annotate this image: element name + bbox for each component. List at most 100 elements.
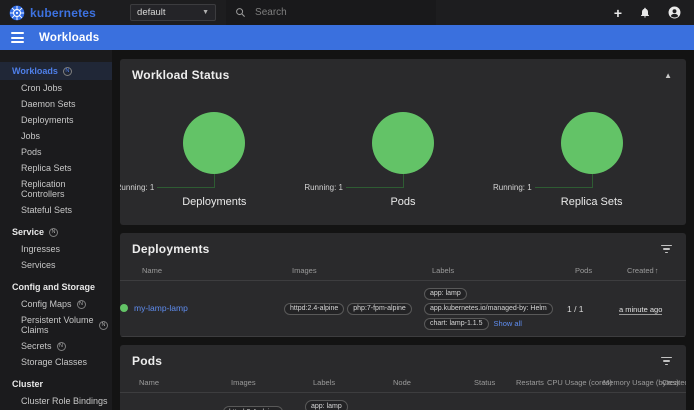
column-header-images[interactable]: Images xyxy=(231,378,313,387)
deployment-created: a minute ago xyxy=(619,305,662,315)
sidebar-item-daemon-sets[interactable]: Daemon Sets xyxy=(0,96,112,112)
column-header-images[interactable]: Images xyxy=(292,266,432,275)
callout-line xyxy=(403,174,404,188)
sidebar-item-persistent-volume-claims[interactable]: Persistent Volume Claims N xyxy=(0,312,112,338)
sidebar-item-secrets[interactable]: SecretsN xyxy=(0,338,112,354)
status-pie-chart xyxy=(372,112,434,174)
sidebar-item-pods[interactable]: Pods xyxy=(0,144,112,160)
deployment-table-row: my-lamp-lamp httpd:2.4-alpinephp:7-fpm-a… xyxy=(120,281,686,337)
workload-status-title: Workload Status xyxy=(132,68,229,82)
namespaced-badge-icon: N xyxy=(63,67,72,76)
status-pie-chart xyxy=(561,112,623,174)
callout-line xyxy=(214,174,215,188)
sidebar-item-label: Pods xyxy=(21,147,42,157)
sidebar-item-label: Storage Classes xyxy=(21,357,87,367)
sidebar-item-cluster: Cluster xyxy=(0,375,112,393)
pod-labels-cell: app: lamppod-template-hash: 5fd985cf68 xyxy=(305,398,385,410)
column-header-name[interactable]: Name xyxy=(139,378,231,387)
sidebar-item-label: Replica Sets xyxy=(21,163,72,173)
sidebar-item-label: Daemon Sets xyxy=(21,99,76,109)
sidebar-nav: WorkloadsNCron JobsDaemon SetsDeployment… xyxy=(0,50,112,410)
sidebar-item-cluster-role-bindings[interactable]: Cluster Role Bindings xyxy=(0,393,112,409)
column-header-memory-usage-bytes[interactable]: Memory Usage (bytes) xyxy=(603,378,662,387)
sidebar-item-label: Stateful Sets xyxy=(21,205,72,215)
workload-status-charts: Running: 1DeploymentsRunning: 1PodsRunni… xyxy=(120,90,686,225)
kubernetes-logo-icon xyxy=(9,5,25,21)
account-circle-icon[interactable] xyxy=(668,6,681,19)
sidebar-item-stateful-sets[interactable]: Stateful Sets xyxy=(0,202,112,218)
sidebar-item-label: Deployments xyxy=(21,115,74,125)
sidebar-item-service[interactable]: ServiceN xyxy=(0,223,112,241)
workload-status-card: Workload Status ▲ Running: 1DeploymentsR… xyxy=(120,59,686,225)
sidebar-item-cron-jobs[interactable]: Cron Jobs xyxy=(0,80,112,96)
sidebar-item-replica-sets[interactable]: Replica Sets xyxy=(0,160,112,176)
workload-chart-deployments: Running: 1Deployments xyxy=(120,90,309,225)
column-header-name[interactable]: Name xyxy=(142,266,292,275)
sidebar-item-label: Replication Controllers xyxy=(21,179,108,199)
chart-title: Pods xyxy=(309,196,498,208)
app-bar: Workloads xyxy=(0,25,694,50)
column-header-cpu-usage-cores[interactable]: CPU Usage (cores) xyxy=(547,378,603,387)
column-header-status[interactable]: Status xyxy=(474,378,516,387)
sidebar-item-jobs[interactable]: Jobs xyxy=(0,128,112,144)
filter-icon[interactable] xyxy=(661,245,674,254)
callout-line xyxy=(157,187,214,188)
deployments-card: Deployments NameImagesLabelsPodsCreated↑… xyxy=(120,233,686,337)
deployment-name-link[interactable]: my-lamp-lamp xyxy=(134,303,188,313)
sidebar-item-label: Persistent Volume Claims xyxy=(21,315,94,335)
namespaced-badge-icon: N xyxy=(99,321,108,330)
label-chip: app.kubernetes.io/managed-by: Helm xyxy=(424,303,553,315)
callout-line xyxy=(535,187,592,188)
namespace-selector[interactable]: default ▼ xyxy=(130,4,216,21)
sidebar-item-services[interactable]: Services xyxy=(0,257,112,273)
callout-line xyxy=(592,174,593,188)
search-box[interactable] xyxy=(226,0,436,25)
filter-icon[interactable] xyxy=(661,357,674,366)
column-header-labels[interactable]: Labels xyxy=(313,378,393,387)
sidebar-item-replication-controllers[interactable]: Replication Controllers xyxy=(0,176,112,202)
sidebar-item-label: Cron Jobs xyxy=(21,83,62,93)
chart-title: Deployments xyxy=(120,196,309,208)
sidebar-item-label: Cluster Role Bindings xyxy=(21,396,108,406)
main-content: Workload Status ▲ Running: 1DeploymentsR… xyxy=(112,50,694,410)
status-ok-icon xyxy=(120,304,128,312)
deployment-pods-count: 1 / 1 xyxy=(567,304,619,314)
sidebar-item-deployments[interactable]: Deployments xyxy=(0,112,112,128)
sort-ascending-icon[interactable]: ↑ xyxy=(655,266,659,275)
collapse-chevron-up-icon[interactable]: ▲ xyxy=(664,71,674,80)
column-header-labels[interactable]: Labels xyxy=(432,266,575,275)
column-header-created[interactable]: Created↑ xyxy=(662,378,686,387)
pods-title: Pods xyxy=(132,354,162,368)
column-header-created[interactable]: Created↑ xyxy=(627,266,686,275)
column-header-pods[interactable]: Pods xyxy=(575,266,627,275)
pod-table-row: my-lamp-lamp-5fd985cf68-jwvz4 httpd:2.4-… xyxy=(120,393,686,410)
menu-hamburger-icon[interactable] xyxy=(11,32,24,43)
sidebar-item-config-maps[interactable]: Config MapsN xyxy=(0,296,112,312)
namespaced-badge-icon: N xyxy=(57,342,66,351)
sidebar-item-label: Workloads xyxy=(12,66,58,76)
callout-line xyxy=(346,187,403,188)
notifications-bell-icon[interactable] xyxy=(639,6,651,19)
sidebar-item-storage-classes[interactable]: Storage Classes xyxy=(0,354,112,370)
pods-card: Pods NameImagesLabelsNodeStatusRestartsC… xyxy=(120,345,686,410)
deployments-table-header: NameImagesLabelsPodsCreated↑ xyxy=(120,264,686,281)
deployment-labels-cell: app: lamp app.kubernetes.io/managed-by: H… xyxy=(424,286,567,331)
column-header-restarts[interactable]: Restarts xyxy=(516,378,547,387)
sidebar-item-label: Jobs xyxy=(21,131,40,141)
image-chip: httpd:2.4-alpine xyxy=(284,303,344,315)
sidebar-item-workloads[interactable]: Workloads N xyxy=(0,62,112,80)
search-input[interactable] xyxy=(255,7,415,18)
sidebar-item-label: Services xyxy=(21,260,56,270)
show-all-link[interactable]: Show all xyxy=(494,319,522,328)
pods-table-header: NameImagesLabelsNodeStatusRestartsCPU Us… xyxy=(120,376,686,393)
sidebar-item-ingresses[interactable]: Ingresses xyxy=(0,241,112,257)
column-header-node[interactable]: Node xyxy=(393,378,474,387)
image-chip: httpd:2.4-alpine xyxy=(223,406,283,410)
kubernetes-logo: kubernetes xyxy=(0,5,96,21)
sidebar-item-config-and-storage: Config and Storage xyxy=(0,278,112,296)
image-chip: php:7-fpm-alpine xyxy=(347,303,412,315)
label-chip: app: lamp xyxy=(424,288,467,300)
sidebar-item-label: Cluster xyxy=(12,379,43,389)
create-resource-icon[interactable]: + xyxy=(614,6,622,20)
top-bar: kubernetes default ▼ + xyxy=(0,0,694,25)
